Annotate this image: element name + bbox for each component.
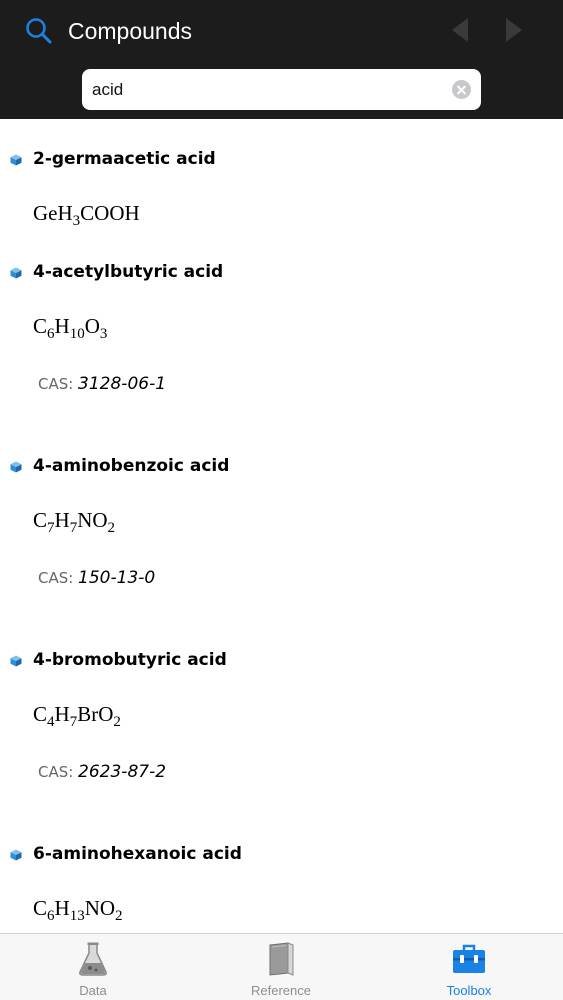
tab-data[interactable]: Data: [33, 934, 153, 1000]
search-icon[interactable]: [24, 16, 54, 46]
cas-value: 3128-06-1: [78, 374, 167, 394]
cube-bullet-icon: [10, 267, 22, 279]
compound-formula: C7H7NO2: [33, 508, 116, 536]
tab-label: Reference: [251, 983, 311, 998]
cas-label: CAS:: [38, 763, 74, 781]
cas-value: 2623-87-2: [78, 762, 167, 782]
cas-value: 150-13-0: [78, 568, 156, 588]
compound-formula: GeH3COOH: [33, 201, 140, 229]
tab-label: Toolbox: [446, 983, 492, 998]
compound-name: 4-aminobenzoic acid: [33, 456, 230, 476]
compound-formula: C4H7BrO2: [33, 702, 121, 730]
book-icon: [269, 942, 294, 976]
cube-bullet-icon: [10, 461, 22, 473]
navigation-bar: Compounds acid: [0, 0, 563, 119]
cas-number: CAS: 150-13-0: [38, 568, 155, 588]
cas-number: CAS: 3128-06-1: [38, 374, 166, 394]
toolbox-icon: [453, 944, 485, 973]
flask-icon: [79, 942, 107, 976]
tab-label: Data: [79, 983, 107, 998]
back-arrow-icon[interactable]: [450, 17, 470, 43]
cas-number: CAS: 2623-87-2: [38, 762, 166, 782]
search-input-value[interactable]: acid: [92, 69, 123, 110]
clear-search-icon[interactable]: [452, 80, 471, 99]
cube-bullet-icon: [10, 655, 22, 667]
compound-name: 4-bromobutyric acid: [33, 650, 227, 670]
cube-bullet-icon: [10, 849, 22, 861]
compound-formula: C6H10O3: [33, 314, 108, 342]
tab-bar: Data Reference Toolbox: [0, 933, 563, 1000]
compound-name: 6-aminohexanoic acid: [33, 844, 242, 864]
cube-bullet-icon: [10, 154, 22, 166]
tab-reference[interactable]: Reference: [221, 934, 341, 1000]
search-input[interactable]: acid: [82, 69, 481, 110]
compound-name: 4-acetylbutyric acid: [33, 262, 224, 282]
compound-formula: C6H13NO2: [33, 896, 123, 924]
page-title: Compounds: [68, 18, 193, 44]
cas-label: CAS:: [38, 375, 74, 393]
compound-list: 2-germaacetic acid GeH3COOH 4-acetylbuty…: [0, 119, 563, 933]
tab-toolbox[interactable]: Toolbox: [409, 934, 529, 1000]
cas-label: CAS:: [38, 569, 74, 587]
forward-arrow-icon[interactable]: [504, 17, 524, 43]
compound-name: 2-germaacetic acid: [33, 149, 216, 169]
